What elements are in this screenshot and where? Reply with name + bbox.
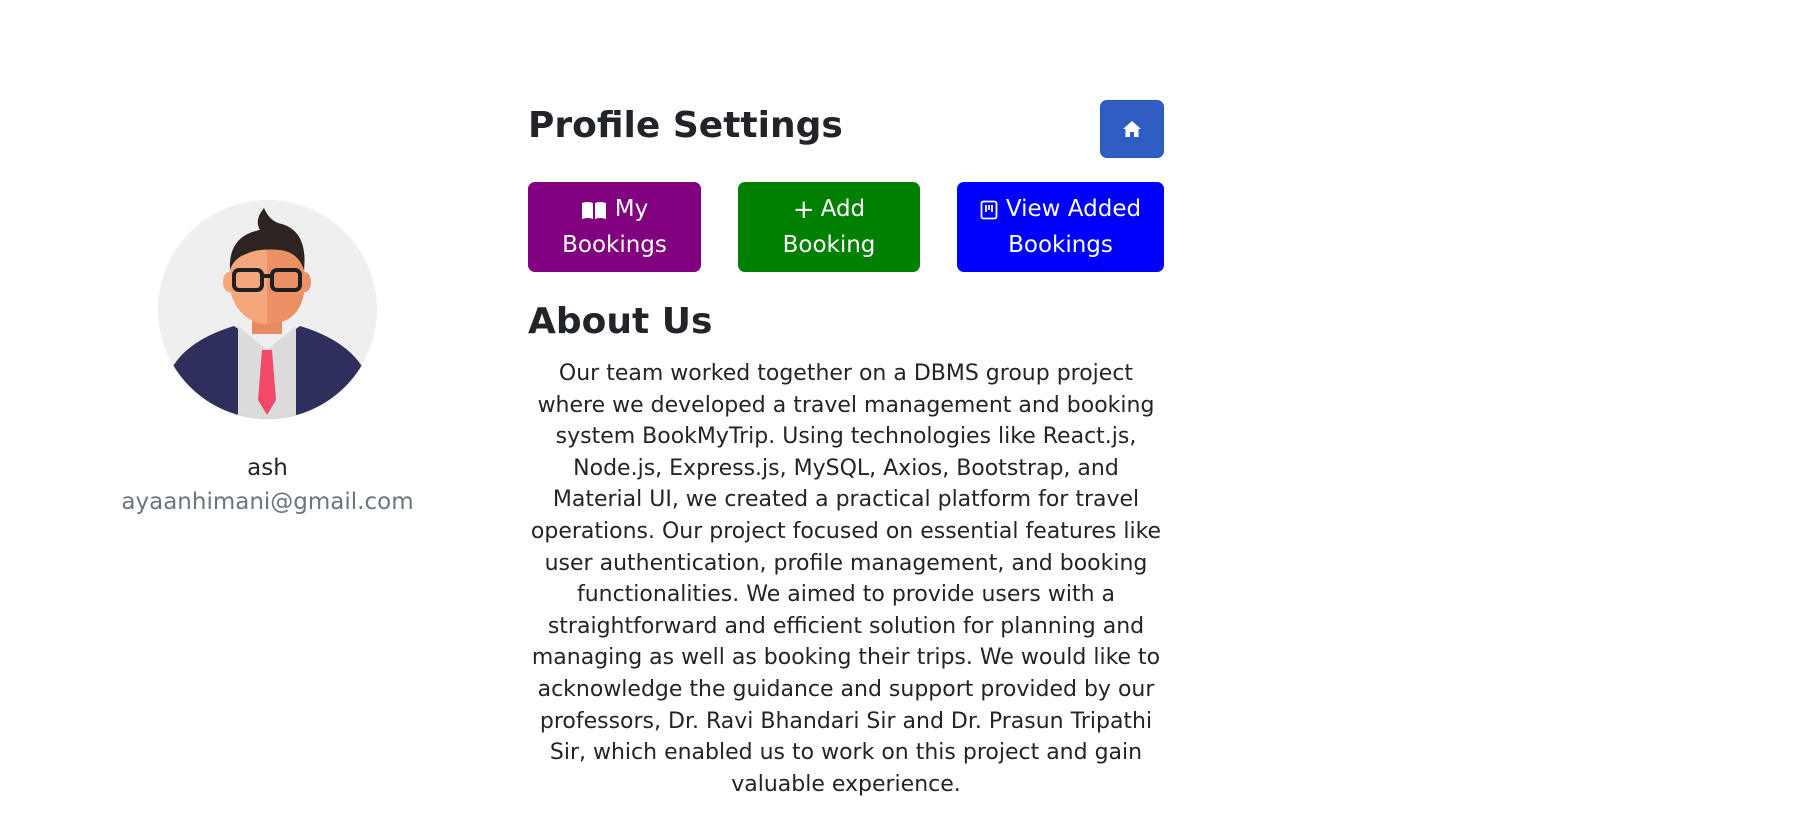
view-added-bookings-button[interactable]: View Added Bookings xyxy=(957,182,1164,272)
action-buttons: My Bookings + Add Booking View Added Book… xyxy=(528,182,1164,272)
profile-page: ash ayaanhimani@gmail.com Profile Settin… xyxy=(0,0,1806,835)
settings-header: Profile Settings xyxy=(528,100,1164,158)
add-booking-button[interactable]: + Add Booking xyxy=(738,182,920,272)
user-email: ayaanhimani@gmail.com xyxy=(121,489,414,515)
about-text: Our team worked together on a DBMS group… xyxy=(530,361,1162,797)
page-title: Profile Settings xyxy=(528,105,843,146)
home-icon xyxy=(1123,121,1141,137)
my-bookings-button[interactable]: My Bookings xyxy=(528,182,701,272)
my-bookings-label: My Bookings xyxy=(562,196,667,258)
profile-card: ash ayaanhimani@gmail.com xyxy=(100,200,435,515)
user-name: ash xyxy=(247,455,288,481)
list-icon xyxy=(980,200,998,219)
plus-icon: + xyxy=(792,194,815,225)
view-added-bookings-label: View Added Bookings xyxy=(1005,196,1142,258)
avatar xyxy=(158,200,377,419)
home-button[interactable] xyxy=(1100,100,1164,158)
about-title: About Us xyxy=(528,301,713,342)
settings-panel: Profile Settings My Bookings + Add Bookin… xyxy=(528,100,1164,800)
book-icon xyxy=(581,201,606,219)
